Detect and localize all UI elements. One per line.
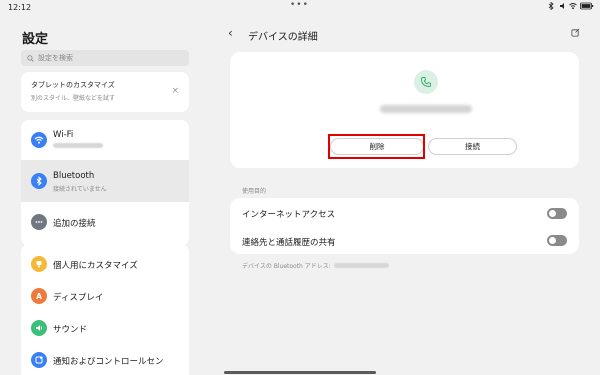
status-icons	[547, 2, 594, 10]
internet-access-toggle[interactable]	[547, 208, 567, 219]
bluetooth-status-icon	[548, 2, 554, 10]
sidebar-item-bluetooth[interactable]: Bluetooth 接続されていません	[21, 160, 189, 202]
edit-icon[interactable]	[571, 28, 580, 37]
sidebar-item-label: 通知およびコントロールセン	[53, 357, 164, 367]
mute-status-icon	[560, 3, 564, 9]
section-label: 使用目的	[242, 188, 267, 195]
contacts-sharing-toggle[interactable]	[547, 235, 567, 246]
sidebar-item-personalize[interactable]: 個人用にカスタマイズ	[21, 248, 189, 280]
wifi-network-blurred	[53, 143, 103, 150]
phone-icon	[414, 70, 438, 94]
sidebar-item-sound[interactable]: サウンド	[21, 312, 189, 344]
device-details-pane: ‹ デバイスの詳細 削除 接続 使用目的 インターネットアクセス 連絡先と通話履…	[210, 16, 600, 375]
device-card: 削除 接続	[230, 52, 579, 168]
connect-button[interactable]: 接続	[428, 138, 517, 155]
internet-access-label: インターネットアクセス	[242, 210, 336, 220]
more-dots-icon	[31, 214, 47, 230]
close-icon[interactable]: ×	[171, 86, 179, 96]
sidebar-item-label: 個人用にカスタマイズ	[53, 261, 138, 271]
bluetooth-address-label: デバイスの Bluetooth アドレス:	[242, 263, 331, 270]
settings-title: 設定	[22, 32, 49, 47]
status-time: 12:12	[8, 3, 32, 12]
connections-group: Wi-Fi Bluetooth 接続されていません 追加の接続	[21, 120, 189, 246]
device-name-blurred	[380, 105, 472, 113]
sidebar-item-label: 追加の接続	[53, 219, 96, 229]
palette-icon	[31, 256, 47, 272]
sidebar-item-label: Bluetooth	[53, 171, 95, 181]
delete-highlight-box	[328, 134, 425, 159]
display-icon: A	[31, 288, 47, 304]
sidebar-item-label: ディスプレイ	[53, 293, 104, 303]
search-icon	[27, 54, 34, 62]
back-icon[interactable]: ‹	[228, 26, 233, 40]
usage-options-card: インターネットアクセス 連絡先と通話履歴の共有	[230, 198, 579, 254]
search-placeholder: 設定を検索	[38, 54, 73, 62]
personalization-group: 個人用にカスタマイズ A ディスプレイ サウンド 通知およびコントロールセン	[21, 244, 189, 375]
wifi-icon	[31, 132, 47, 148]
page-title: デバイスの詳細	[248, 32, 318, 43]
bluetooth-address-blurred	[333, 263, 389, 268]
bluetooth-status: 接続されていません	[53, 186, 107, 193]
customize-tablet-card[interactable]: タブレットのカスタマイズ 別のスタイル、壁紙などを試す ×	[21, 72, 189, 112]
sidebar-item-label: Wi-Fi	[53, 130, 74, 140]
multitask-dots[interactable]: •••	[290, 0, 309, 10]
notification-icon	[31, 352, 47, 368]
sidebar-item-wifi[interactable]: Wi-Fi	[21, 120, 189, 160]
wifi-status-icon	[569, 3, 577, 10]
bluetooth-icon	[31, 173, 47, 189]
battery-icon	[580, 2, 594, 10]
status-bar: 12:12 •••	[0, 0, 600, 16]
promo-title: タブレットのカスタマイズ	[31, 81, 115, 89]
contacts-sharing-label: 連絡先と通話履歴の共有	[242, 238, 336, 248]
settings-sidebar: 設定 設定を検索 タブレットのカスタマイズ 別のスタイル、壁紙などを試す × W…	[0, 16, 210, 375]
svg-text:A: A	[36, 292, 42, 301]
bluetooth-address: デバイスの Bluetooth アドレス:	[242, 261, 389, 270]
home-indicator[interactable]	[224, 371, 376, 374]
promo-subtitle: 別のスタイル、壁紙などを試す	[31, 95, 116, 102]
sidebar-item-display[interactable]: A ディスプレイ	[21, 280, 189, 312]
search-input[interactable]: 設定を検索	[21, 50, 189, 66]
sound-icon	[31, 320, 47, 336]
sidebar-item-label: サウンド	[53, 325, 88, 335]
sidebar-item-more-connections[interactable]: 追加の接続	[21, 202, 189, 242]
sidebar-item-notifications[interactable]: 通知およびコントロールセン	[21, 344, 189, 375]
